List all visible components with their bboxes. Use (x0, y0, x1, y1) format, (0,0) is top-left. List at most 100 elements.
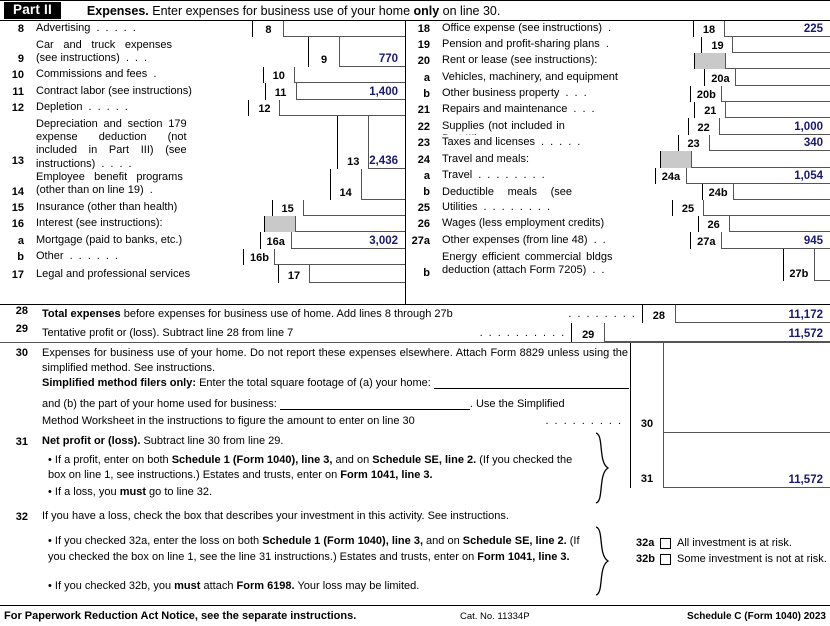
row-description: Deductible meals (see instructions) (442, 186, 573, 200)
row-amount[interactable]: 1,400 (296, 83, 405, 100)
expense-row-21: 21 Repairs and maintenance ... 21 (406, 102, 830, 118)
row-description: Car and truck expenses (see instructions… (36, 39, 173, 65)
expense-row-26: 26 Wages (less employment credits) 26 (406, 216, 830, 232)
line-32-block: 32 If you have a loss, check the box tha… (0, 508, 830, 598)
row-amount[interactable] (275, 249, 406, 265)
row-description: Other business property ... (436, 86, 690, 102)
row-description: Depreciation and section 179 expense ded… (36, 118, 187, 169)
line-32-heading: If you have a loss, check the box that d… (42, 510, 602, 522)
part-title-rest: Enter expenses for business use of your … (148, 3, 414, 18)
line-30-para3b: . Use the Simplified (469, 398, 565, 410)
row-description: Energy efficient commercial bldgs deduct… (442, 251, 613, 277)
row-amount[interactable] (284, 21, 406, 37)
l32b2e: Your loss may be limited. (294, 580, 420, 592)
footer-cat-no: Cat. No. 11334P (460, 610, 530, 622)
row-amount[interactable] (361, 169, 406, 200)
row-number: 11 (12, 86, 24, 98)
row-amount[interactable]: 3,002 (291, 232, 406, 249)
row-amount[interactable] (814, 249, 830, 281)
row-number: 14 (11, 186, 24, 198)
leader-dots: . (153, 67, 157, 80)
leader-dots: . (608, 21, 612, 34)
checkbox-row-32b[interactable]: 32b Some investment is not at risk. (636, 553, 830, 566)
row-amount[interactable]: 340 (709, 135, 830, 151)
line-28-row: 28 Total expenses before expenses for bu… (0, 304, 830, 323)
line-30-amount[interactable] (664, 343, 830, 433)
checkbox-32b[interactable] (660, 554, 671, 565)
line-28-text: before expenses for business use of home… (120, 307, 453, 320)
row-description: Interest (see instructions): (36, 216, 163, 229)
part-title-only: only (413, 3, 440, 18)
row-amount[interactable] (729, 216, 830, 232)
row-amount[interactable] (726, 53, 830, 69)
line-31-heading: Net profit or (loss). Subtract line 30 f… (42, 435, 587, 447)
row-number: 16 (11, 218, 24, 230)
row-description: Supplies (not included in Part III) . (436, 118, 688, 135)
row-description: Travel ........ (436, 168, 655, 184)
checkbox-32a-label: All investment is at risk. (677, 537, 792, 549)
row-description: Other expenses (from line 48) .. (436, 232, 690, 249)
row-linebox: 27a (690, 232, 723, 249)
business-sqft-input[interactable] (279, 396, 470, 410)
expense-row-16b: b Other ...... 16b (0, 249, 406, 265)
row-amount[interactable] (704, 200, 830, 216)
row-amount[interactable]: 945 (722, 232, 830, 249)
line-31-amount[interactable]: 11,572 (664, 432, 830, 488)
line-30-bold-lead: Simplified method filers only: (42, 377, 197, 389)
row-amount[interactable]: 1,054 (686, 168, 830, 184)
line-31-text: Subtract line 30 from line 29. (140, 435, 284, 447)
line-30-para4: Method Worksheet in the instructions to … (42, 415, 415, 427)
row-number: 21 (417, 104, 430, 116)
leader-dots: ..... (96, 21, 136, 34)
part-title-end: on line 30. (439, 3, 501, 18)
row-amount[interactable] (734, 184, 830, 200)
checkbox-row-32a[interactable]: 32a All investment is at risk. (636, 537, 830, 550)
expense-row-22: 22Supplies (not included in Part III) .2… (406, 118, 830, 135)
row-number: 23 (417, 137, 430, 149)
line-28-number: 28 (15, 305, 28, 317)
row-number: 10 (11, 69, 24, 81)
row-description: Advertising ..... (30, 21, 252, 37)
line-28-amount[interactable]: 11,172 (675, 305, 830, 323)
line-28-description: Total expenses before expenses for busin… (36, 305, 642, 323)
expense-row-15: 15 Insurance (other than health) 15 (0, 200, 406, 216)
row-amount[interactable] (294, 67, 406, 83)
line-31-bullet-2: • If a loss, you must go to line 32. (48, 486, 588, 498)
row-amount[interactable]: 1,000 (719, 118, 830, 135)
expense-row-8: 8 Advertising .....8 (0, 21, 406, 37)
line-29-amount[interactable]: 11,572 (605, 323, 830, 342)
line-28-linebox: 28 (641, 305, 676, 323)
row-amount[interactable]: 225 (724, 21, 830, 37)
expense-columns: 8 Advertising ..... 8 9 Car and truck expens… (0, 21, 830, 305)
row-number: 22 (417, 121, 430, 133)
line-31-number: 31 (15, 436, 28, 448)
row-amount[interactable] (280, 100, 406, 116)
row-description: Vehicles, machinery, and equipment (442, 70, 618, 83)
row-amount[interactable] (736, 69, 830, 86)
row-amount[interactable] (692, 151, 830, 168)
row-amount[interactable] (726, 102, 830, 118)
checkbox-32a[interactable] (660, 538, 671, 549)
leader-dots: ... (565, 86, 587, 99)
row-amount[interactable] (722, 86, 830, 102)
row-amount[interactable] (303, 200, 406, 216)
row-linebox: 17 (278, 265, 311, 283)
line-30-paragraph-1: Expenses for business use of your home. … (42, 346, 628, 375)
part-header: Part II Expenses. Enter expenses for bus… (0, 1, 830, 21)
row-amount[interactable] (296, 216, 405, 232)
line-30-number: 30 (15, 347, 28, 359)
row-number: 8 (17, 23, 24, 35)
row-linebox: 11 (264, 83, 297, 100)
home-sqft-input[interactable] (433, 375, 629, 389)
row-linebox: 16b (243, 249, 276, 265)
row-description: Mortgage (paid to banks, etc.) (36, 233, 183, 246)
row-amount[interactable] (310, 265, 405, 283)
row-number: 12 (11, 102, 24, 114)
row-amount[interactable]: 2,436 (369, 116, 405, 169)
line-32-number: 32 (15, 511, 28, 523)
l31b1d: Schedule SE, line 2. (372, 454, 477, 466)
row-amount[interactable]: 770 (340, 37, 406, 67)
row-amount[interactable] (733, 37, 830, 53)
row-description: Utilities ........ (436, 200, 672, 216)
checkbox-32b-label: Some investment is not at risk. (677, 553, 827, 565)
